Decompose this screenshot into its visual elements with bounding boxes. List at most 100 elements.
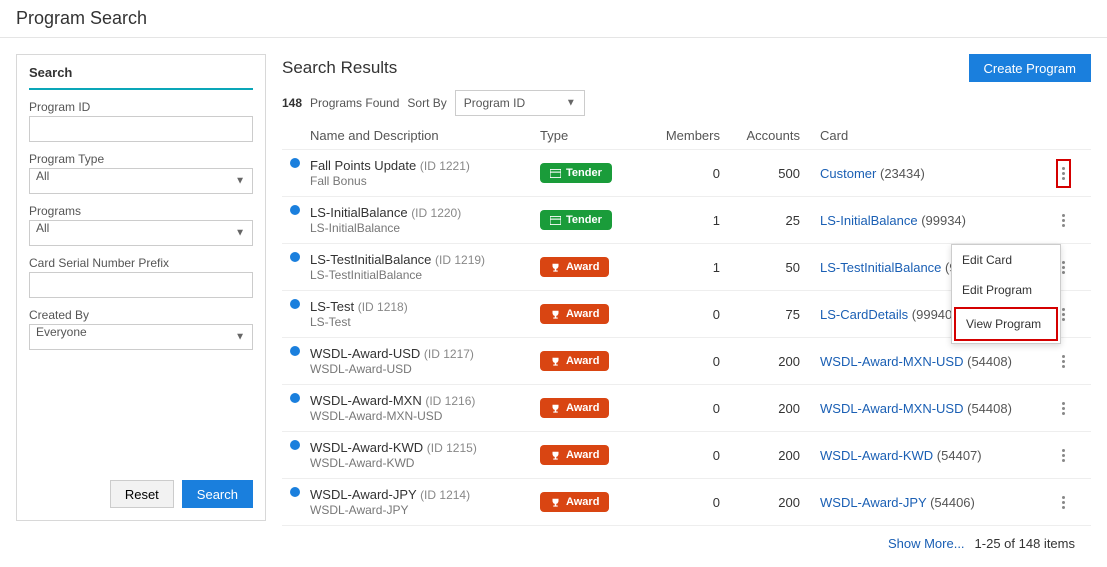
- program-name: LS-InitialBalance: [310, 205, 408, 220]
- program-name: WSDL-Award-MXN: [310, 393, 422, 408]
- row-menu-button[interactable]: [1043, 492, 1083, 513]
- results-heading: Search Results: [282, 58, 397, 78]
- program-id: (ID 1217): [424, 347, 474, 361]
- program-id: (ID 1216): [425, 394, 475, 408]
- members-count: 0: [640, 354, 720, 369]
- show-more-link[interactable]: Show More...: [888, 536, 965, 551]
- program-id: (ID 1215): [427, 441, 477, 455]
- created-by-select[interactable]: Everyone: [29, 324, 253, 350]
- program-name: LS-TestInitialBalance: [310, 252, 431, 267]
- menu-edit-program[interactable]: Edit Program: [952, 275, 1060, 305]
- kebab-icon: [1058, 210, 1069, 231]
- accounts-count: 500: [720, 166, 800, 181]
- reset-button[interactable]: Reset: [110, 480, 174, 508]
- results-found-label: Programs Found: [310, 96, 399, 110]
- type-label: Award: [566, 496, 599, 508]
- col-members: Members: [640, 128, 720, 143]
- row-menu-button[interactable]: [1043, 159, 1083, 188]
- type-badge: Award: [540, 351, 609, 371]
- menu-edit-card[interactable]: Edit Card: [952, 245, 1060, 275]
- program-name: Fall Points Update: [310, 158, 416, 173]
- accounts-count: 75: [720, 307, 800, 322]
- program-name: WSDL-Award-KWD: [310, 440, 423, 455]
- status-dot-icon: [290, 393, 300, 403]
- card-link[interactable]: WSDL-Award-JPY: [820, 495, 926, 510]
- type-label: Award: [566, 449, 599, 461]
- table-row: LS-InitialBalance (ID 1220)LS-InitialBal…: [282, 197, 1091, 244]
- members-count: 0: [640, 307, 720, 322]
- card-id: (54407): [937, 448, 982, 463]
- card-link[interactable]: WSDL-Award-MXN-USD: [820, 354, 964, 369]
- table-row: WSDL-Award-MXN (ID 1216) WSDL-Award-MXN-U…: [282, 385, 1091, 432]
- create-program-button[interactable]: Create Program: [969, 54, 1091, 82]
- search-heading: Search: [29, 65, 253, 90]
- accounts-count: 200: [720, 448, 800, 463]
- row-menu-button[interactable]: [1043, 445, 1083, 466]
- row-action-menu: Edit Card Edit Program View Program: [951, 244, 1061, 344]
- row-menu-button[interactable]: [1043, 398, 1083, 419]
- search-panel: Search Program ID Program Type All ▼ Pro…: [16, 54, 266, 521]
- program-type-select[interactable]: All: [29, 168, 253, 194]
- program-name: LS-Test: [310, 299, 354, 314]
- card-id: (99940): [912, 307, 957, 322]
- members-count: 0: [640, 495, 720, 510]
- card-link[interactable]: LS-InitialBalance: [820, 213, 918, 228]
- created-by-label: Created By: [29, 308, 253, 322]
- accounts-count: 25: [720, 213, 800, 228]
- type-badge: Award: [540, 492, 609, 512]
- card-id: (99934): [921, 213, 966, 228]
- members-count: 1: [640, 260, 720, 275]
- card-id: (54408): [967, 401, 1012, 416]
- card-link[interactable]: WSDL-Award-MXN-USD: [820, 401, 964, 416]
- program-description: Fall Bonus: [310, 174, 470, 188]
- type-label: Award: [566, 308, 599, 320]
- program-id-input[interactable]: [29, 116, 253, 142]
- search-button[interactable]: Search: [182, 480, 253, 508]
- status-dot-icon: [290, 252, 300, 262]
- status-dot-icon: [290, 299, 300, 309]
- caret-down-icon: ▼: [566, 98, 576, 109]
- table-row: WSDL-Award-USD (ID 1217)WSDL-Award-USDAw…: [282, 338, 1091, 385]
- program-id-label: Program ID: [29, 100, 253, 114]
- kebab-icon: [1058, 398, 1069, 419]
- card-link[interactable]: Customer: [820, 166, 876, 181]
- status-dot-icon: [290, 158, 300, 168]
- results-panel: Search Results Create Program 148 Progra…: [282, 54, 1091, 551]
- accounts-count: 200: [720, 401, 800, 416]
- type-badge: Tender: [540, 163, 612, 183]
- kebab-icon: [1058, 351, 1069, 372]
- members-count: 1: [640, 213, 720, 228]
- program-id: (ID 1220): [411, 206, 461, 220]
- program-name: WSDL-Award-JPY: [310, 487, 416, 502]
- card-link[interactable]: LS-CardDetails: [820, 307, 908, 322]
- status-dot-icon: [290, 346, 300, 356]
- row-menu-button[interactable]: [1043, 351, 1083, 372]
- sort-by-value: Program ID: [464, 96, 525, 110]
- card-link[interactable]: LS-TestInitialBalance: [820, 260, 941, 275]
- sort-by-select[interactable]: Program ID ▼: [455, 90, 585, 116]
- sort-by-label: Sort By: [407, 96, 446, 110]
- program-id: (ID 1218): [358, 300, 408, 314]
- row-menu-button[interactable]: [1043, 210, 1083, 231]
- kebab-icon: [1058, 492, 1069, 513]
- program-name: WSDL-Award-USD: [310, 346, 420, 361]
- type-badge: Award: [540, 257, 609, 277]
- table-row: WSDL-Award-JPY (ID 1214)WSDL-Award-JPYAw…: [282, 479, 1091, 526]
- program-description: LS-Test: [310, 315, 408, 329]
- card-id: (23434): [880, 166, 925, 181]
- type-badge: Tender: [540, 210, 612, 230]
- members-count: 0: [640, 166, 720, 181]
- col-accounts: Accounts: [720, 128, 800, 143]
- card-serial-input[interactable]: [29, 272, 253, 298]
- programs-select[interactable]: All: [29, 220, 253, 246]
- program-description: WSDL-Award-USD: [310, 362, 474, 376]
- status-dot-icon: [290, 487, 300, 497]
- accounts-count: 200: [720, 354, 800, 369]
- program-description: LS-InitialBalance: [310, 221, 461, 235]
- menu-view-program[interactable]: View Program: [954, 307, 1058, 341]
- type-label: Tender: [566, 214, 602, 226]
- type-badge: Award: [540, 304, 609, 324]
- type-badge: Award: [540, 445, 609, 465]
- card-link[interactable]: WSDL-Award-KWD: [820, 448, 933, 463]
- kebab-icon: [1056, 159, 1071, 188]
